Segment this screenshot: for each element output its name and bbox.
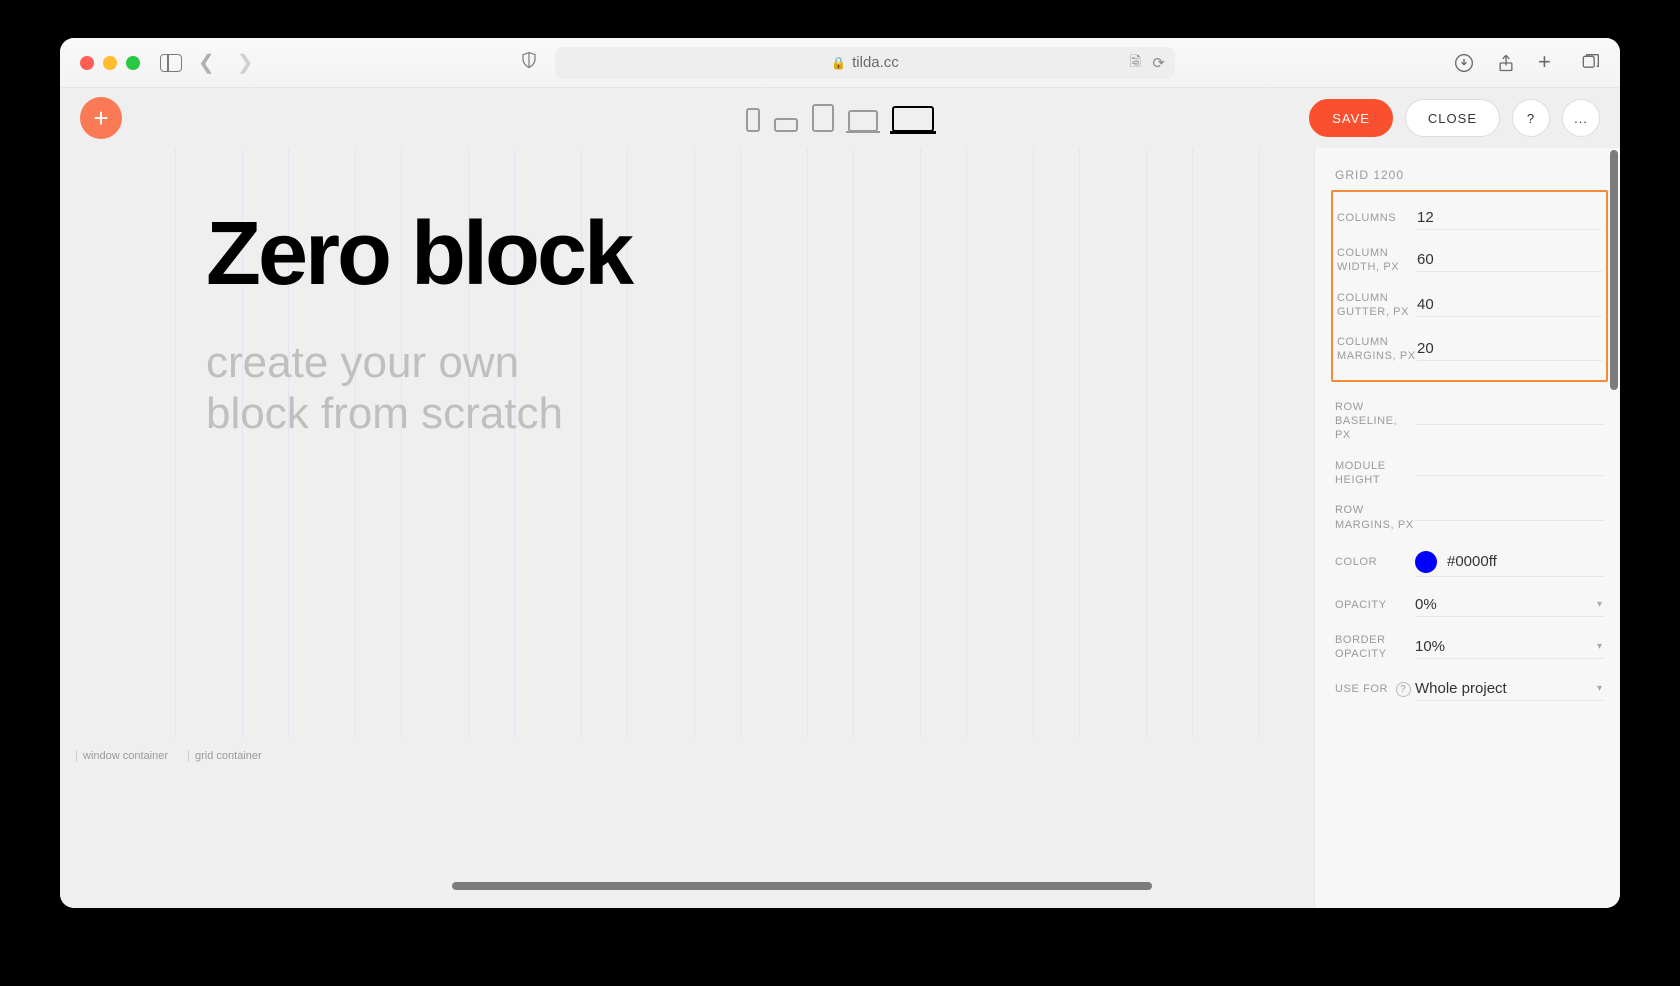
chevron-down-icon: ▾ — [1597, 683, 1602, 694]
close-button[interactable]: CLOSE — [1405, 99, 1500, 137]
row-margins-input[interactable] — [1415, 514, 1604, 521]
downloads-icon[interactable] — [1454, 53, 1474, 73]
column-margins-field: COLUMN MARGINS, PX 20 — [1337, 327, 1602, 372]
opacity-field: OPACITY 0% ▾ — [1335, 585, 1604, 625]
opacity-label: OPACITY — [1335, 598, 1415, 612]
url-bar[interactable]: 🔒 tilda.cc 🗟 ⟳ — [555, 47, 1175, 79]
canvas[interactable]: Zero block create your own block from sc… — [72, 148, 1212, 728]
columns-input[interactable]: 12 — [1417, 206, 1602, 230]
translate-icon[interactable]: 🗟 — [1130, 51, 1141, 75]
editor-toolbar: + SAVE CLOSE ? ... — [60, 88, 1620, 148]
more-button[interactable]: ... — [1562, 99, 1600, 137]
add-block-button[interactable]: + — [80, 97, 122, 139]
forward-icon[interactable]: ❯ — [231, 50, 260, 75]
column-width-input[interactable]: 60 — [1417, 248, 1602, 272]
reload-icon[interactable]: ⟳ — [1152, 54, 1165, 72]
grid-column-settings-group: COLUMNS 12 COLUMN WIDTH, PX 60 COLUMN GU… — [1331, 190, 1608, 382]
grid-container-label: grid container — [188, 750, 262, 762]
device-switcher — [746, 104, 934, 132]
device-mobile-icon[interactable] — [746, 108, 760, 132]
use-for-field: USE FOR ? Whole project ▾ — [1335, 669, 1604, 709]
lock-icon: 🔒 — [831, 56, 846, 70]
workspace: Zero block create your own block from sc… — [60, 148, 1314, 908]
columns-label: COLUMNS — [1337, 211, 1417, 225]
share-icon[interactable] — [1496, 53, 1516, 73]
chevron-down-icon: ▾ — [1597, 599, 1602, 610]
columns-field: COLUMNS 12 — [1337, 198, 1602, 238]
use-for-select[interactable]: Whole project ▾ — [1415, 677, 1604, 701]
traffic-lights — [80, 56, 140, 70]
row-baseline-label: ROW BASELINE, PX — [1335, 400, 1415, 443]
url-text: tilda.cc — [852, 54, 899, 71]
chevron-down-icon: ▾ — [1597, 641, 1602, 652]
browser-window: ❮ ❯ 🔒 tilda.cc 🗟 ⟳ + + — [60, 38, 1620, 908]
color-field: COLOR #0000ff — [1335, 540, 1604, 585]
row-margins-label: ROW MARGINS, PX — [1335, 503, 1415, 532]
canvas-footer-legend: window container grid container — [76, 750, 262, 762]
privacy-shield-icon[interactable] — [520, 50, 538, 75]
column-gutter-input[interactable]: 40 — [1417, 293, 1602, 317]
tabs-icon[interactable] — [1580, 53, 1600, 73]
module-height-input[interactable] — [1415, 469, 1604, 476]
column-margins-input[interactable]: 20 — [1417, 337, 1602, 361]
help-button[interactable]: ? — [1512, 99, 1550, 137]
horizontal-scrollbar[interactable] — [452, 882, 1152, 890]
row-baseline-input[interactable] — [1415, 418, 1604, 425]
canvas-heading[interactable]: Zero block — [206, 203, 631, 306]
opacity-select[interactable]: 0% ▾ — [1415, 593, 1604, 617]
canvas-subheading[interactable]: create your own block from scratch — [206, 338, 563, 439]
device-mobile-landscape-icon[interactable] — [774, 118, 798, 132]
column-width-label: COLUMN WIDTH, PX — [1337, 246, 1417, 275]
minimize-window-icon[interactable] — [103, 56, 117, 70]
window-container-label: window container — [76, 750, 168, 762]
color-label: COLOR — [1335, 555, 1415, 569]
device-laptop-icon[interactable] — [848, 110, 878, 132]
border-opacity-select[interactable]: 10% ▾ — [1415, 635, 1604, 659]
column-margins-label: COLUMN MARGINS, PX — [1337, 335, 1417, 364]
color-value-text: #0000ff — [1447, 553, 1497, 570]
browser-chrome: ❮ ❯ 🔒 tilda.cc 🗟 ⟳ + — [60, 38, 1620, 88]
sidebar-toggle-icon[interactable] — [160, 54, 182, 72]
row-baseline-field: ROW BASELINE, PX — [1335, 392, 1604, 451]
device-desktop-icon[interactable] — [892, 106, 934, 132]
back-icon[interactable]: ❮ — [192, 50, 221, 75]
column-width-field: COLUMN WIDTH, PX 60 — [1337, 238, 1602, 283]
vertical-scrollbar[interactable] — [1610, 150, 1618, 390]
row-margins-field: ROW MARGINS, PX — [1335, 495, 1604, 540]
maximize-window-icon[interactable] — [126, 56, 140, 70]
panel-title: GRID 1200 — [1335, 168, 1604, 182]
color-swatch-icon[interactable] — [1415, 551, 1437, 573]
new-tab-icon[interactable]: + — [1538, 53, 1558, 73]
border-opacity-label: BORDER OPACITY — [1335, 633, 1415, 662]
color-input[interactable]: #0000ff — [1415, 548, 1604, 577]
module-height-label: MODULE HEIGHT — [1335, 459, 1415, 488]
border-opacity-field: BORDER OPACITY 10% ▾ — [1335, 625, 1604, 670]
save-button[interactable]: SAVE — [1309, 99, 1393, 137]
help-icon[interactable]: ? — [1396, 682, 1411, 697]
module-height-field: MODULE HEIGHT — [1335, 451, 1604, 496]
column-gutter-label: COLUMN GUTTER, PX — [1337, 291, 1417, 320]
device-tablet-icon[interactable] — [812, 104, 834, 132]
use-for-label: USE FOR ? — [1335, 682, 1415, 697]
column-gutter-field: COLUMN GUTTER, PX 40 — [1337, 283, 1602, 328]
close-window-icon[interactable] — [80, 56, 94, 70]
properties-panel: GRID 1200 COLUMNS 12 COLUMN WIDTH, PX 60… — [1314, 148, 1620, 908]
